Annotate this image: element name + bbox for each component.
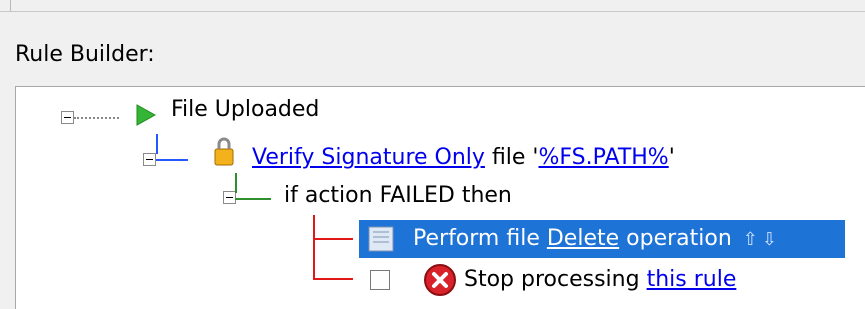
- panel-title: Rule Builder:: [15, 42, 155, 67]
- down-arrow-icon[interactable]: ⇩: [762, 229, 777, 250]
- tree-node-condition[interactable]: if action FAILED then: [284, 181, 512, 211]
- verify-text: file ': [491, 145, 539, 170]
- tree-node-stop[interactable]: Stop processing this rule: [464, 265, 736, 295]
- tree-line: [235, 198, 271, 200]
- condition-label: if action FAILED then: [284, 183, 512, 208]
- tree-line: [156, 159, 188, 161]
- tree-line: [235, 173, 237, 193]
- tree-node-verify[interactable]: Verify Signature Only file '%FS.PATH%': [252, 143, 675, 173]
- tree-dotted-line: [74, 117, 119, 119]
- enable-checkbox[interactable]: [370, 270, 390, 290]
- tree-node-file-uploaded[interactable]: File Uploaded: [171, 95, 319, 125]
- top-divider: [0, 11, 865, 12]
- verify-action-link[interactable]: Verify Signature Only: [252, 145, 485, 170]
- stop-icon: [424, 264, 456, 296]
- collapse-icon[interactable]: [143, 153, 156, 166]
- perform-suffix: operation: [619, 226, 732, 251]
- verify-close: ': [668, 145, 675, 170]
- stop-target-link[interactable]: this rule: [647, 267, 737, 292]
- tree-node-perform[interactable]: Perform file Delete operation ⇧ ⇩: [359, 220, 845, 258]
- tree-line: [156, 134, 158, 154]
- root-label: File Uploaded: [171, 97, 320, 122]
- play-icon: [136, 104, 156, 126]
- lock-icon: [214, 137, 234, 166]
- up-arrow-icon[interactable]: ⇧: [743, 229, 758, 250]
- tree-line: [313, 238, 353, 240]
- document-icon: [368, 226, 394, 252]
- collapse-icon[interactable]: [61, 111, 74, 124]
- path-link[interactable]: %FS.PATH%: [538, 145, 668, 170]
- operation-link[interactable]: Delete: [547, 226, 619, 251]
- tree-line: [313, 215, 315, 279]
- rule-tree[interactable]: File Uploaded Verify Signature Only file…: [15, 86, 865, 309]
- tree-line: [313, 278, 353, 280]
- perform-prefix: Perform file: [413, 226, 547, 251]
- stop-prefix: Stop processing: [464, 267, 647, 292]
